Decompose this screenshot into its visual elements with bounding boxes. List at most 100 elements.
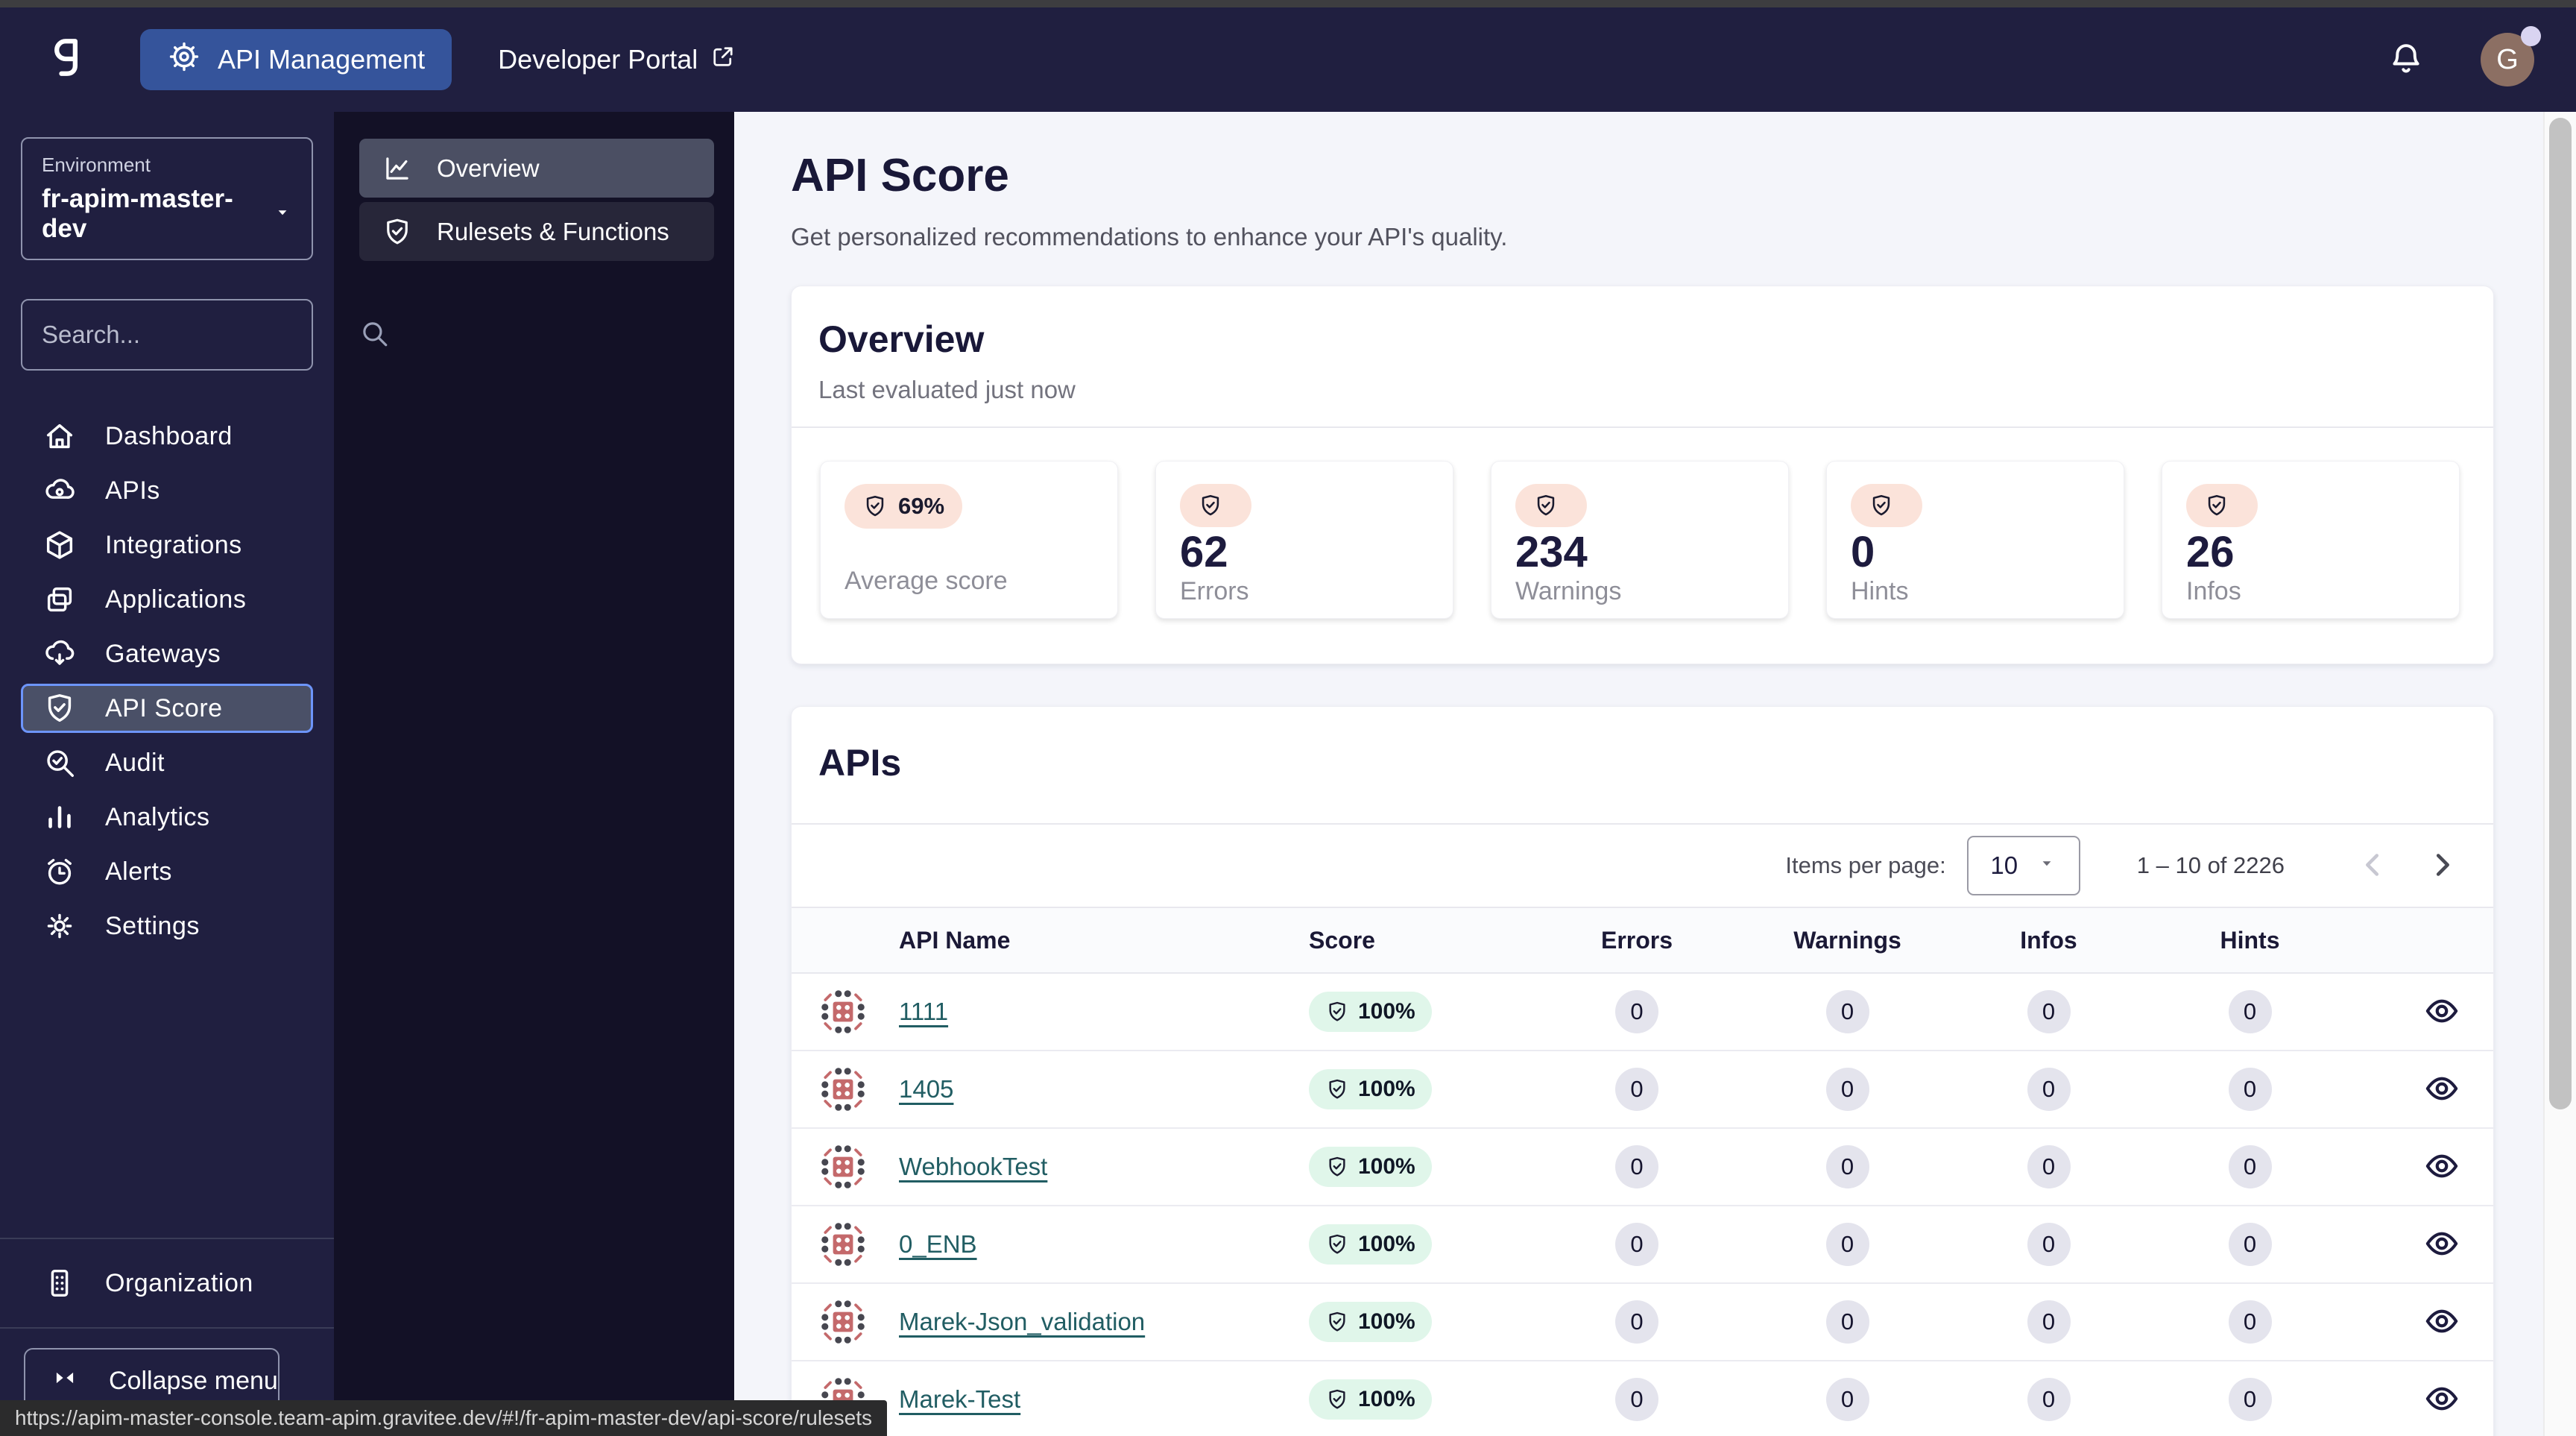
stat-value: 62 (1180, 528, 1228, 576)
sidebar-item-label: Organization (105, 1268, 253, 1297)
shield-check-icon (382, 216, 413, 248)
stat-card-infos: 26 Infos (2162, 461, 2460, 619)
page-title: API Score (791, 150, 1009, 201)
score-value: 100% (1358, 1309, 1415, 1334)
score-value: 100% (1358, 1387, 1415, 1411)
api-identicon-icon (818, 1220, 899, 1269)
sidebar-item-organization[interactable]: Organization (21, 1259, 313, 1308)
sidebar-item-label: Applications (105, 585, 247, 614)
sidebar-item-label: Analytics (105, 802, 210, 831)
stat-value: 26 (2186, 528, 2235, 576)
page-size-value: 10 (1990, 851, 2018, 879)
sidebar-item-audit[interactable]: Audit (21, 738, 313, 787)
developer-portal-link[interactable]: Developer Portal (498, 43, 736, 77)
bell-icon (2387, 43, 2425, 81)
sidebar-divider (0, 1327, 334, 1329)
column-header-score: Score (1309, 926, 1375, 954)
table-row: 0_ENB 100% 0 0 0 0 (792, 1206, 2493, 1284)
api-name-link[interactable]: WebhookTest (899, 1153, 1047, 1180)
api-identicon-icon (818, 1065, 899, 1114)
caret-down-icon (2037, 852, 2056, 879)
browser-chrome-strip (0, 0, 2576, 7)
sidebar-item-label: Settings (105, 911, 200, 940)
scrollbar-thumb[interactable] (2549, 118, 2572, 1109)
notifications-button[interactable] (2387, 40, 2425, 81)
next-page-button[interactable] (2425, 848, 2459, 884)
sidebar-item-api-score[interactable]: API Score (21, 684, 313, 733)
subnav-item-overview[interactable]: Overview (359, 139, 714, 198)
average-score-badge: 69% (845, 484, 963, 529)
hints-count-badge: 0 (2228, 1223, 2272, 1266)
sidebar-nav-list: Dashboard APIs Integrations Applications… (0, 406, 334, 956)
stat-card-average-score: 69% Average score (820, 461, 1118, 619)
sidebar-item-apis[interactable]: APIs (21, 466, 313, 515)
stat-card-hints: 0 Hints (1826, 461, 2124, 619)
table-row: 1111 100% 0 0 0 0 (792, 974, 2493, 1051)
shield-check-icon (1325, 1388, 1349, 1411)
shield-check-icon (1869, 493, 1894, 518)
api-identicon-icon (818, 1142, 899, 1191)
top-bar: API Management Developer Portal G (0, 7, 2576, 112)
environment-selector[interactable]: Environment fr-apim-master-dev (21, 137, 313, 260)
errors-count-badge: 0 (1615, 1378, 1658, 1421)
view-api-button[interactable] (2423, 1070, 2460, 1109)
gravitee-logo[interactable] (45, 33, 92, 86)
eye-icon (2423, 1380, 2460, 1420)
errors-count-badge: 0 (1615, 990, 1658, 1033)
view-api-button[interactable] (2423, 992, 2460, 1032)
view-api-button[interactable] (2423, 1147, 2460, 1187)
table-header-row: API Name Score Errors Warnings Infos Hin… (792, 907, 2493, 974)
api-name-link[interactable]: 1405 (899, 1075, 953, 1103)
warnings-count-badge: 0 (1825, 1145, 1869, 1188)
avatar-status-dot (2521, 26, 2541, 46)
previous-page-button[interactable] (2356, 848, 2390, 884)
warnings-count-badge: 0 (1825, 1378, 1869, 1421)
shield-check-icon (2204, 493, 2229, 518)
apis-title: APIs (818, 742, 902, 784)
sidebar-item-integrations[interactable]: Integrations (21, 520, 313, 570)
sidebar-footer-list: Organization (0, 1259, 334, 1308)
sidebar-item-analytics[interactable]: Analytics (21, 793, 313, 842)
shield-check-icon (1325, 1310, 1349, 1334)
external-link-icon (710, 43, 736, 77)
average-score-badge (2186, 484, 2258, 527)
view-api-button[interactable] (2423, 1303, 2460, 1342)
view-api-button[interactable] (2423, 1380, 2460, 1420)
shield-check-icon (862, 494, 888, 519)
bar-chart-icon (42, 800, 77, 834)
api-name-link[interactable]: 0_ENB (899, 1230, 977, 1258)
search-input[interactable] (42, 321, 359, 349)
table-row: Marek-Test 100% 0 0 0 0 (792, 1361, 2493, 1436)
shield-check-icon (1325, 1077, 1349, 1101)
subnav-item-label: Rulesets & Functions (437, 217, 669, 245)
api-name-link[interactable]: Marek-Json_validation (899, 1308, 1145, 1335)
page-size-select[interactable]: 10 (1966, 836, 2080, 895)
stat-label: Average score (845, 567, 1008, 595)
column-header-errors: Errors (1600, 926, 1673, 954)
infos-count-badge: 0 (2027, 1378, 2071, 1421)
score-value: 100% (1358, 1077, 1415, 1101)
sidebar-item-settings[interactable]: Settings (21, 901, 313, 951)
infos-count-badge: 0 (2027, 990, 2071, 1033)
infos-count-badge: 0 (2027, 1068, 2071, 1111)
stat-card-errors: 62 Errors (1155, 461, 1453, 619)
errors-count-badge: 0 (1615, 1068, 1658, 1111)
api-name-link[interactable]: Marek-Test (899, 1385, 1020, 1413)
api-management-button[interactable]: API Management (140, 29, 452, 90)
average-score-value: 69% (898, 493, 945, 519)
sidebar-item-applications[interactable]: Applications (21, 575, 313, 624)
column-header-api-name: API Name (899, 926, 1011, 954)
warnings-count-badge: 0 (1825, 1300, 1869, 1344)
view-api-button[interactable] (2423, 1225, 2460, 1265)
developer-portal-label: Developer Portal (498, 44, 698, 75)
scrollbar[interactable] (2543, 112, 2576, 1436)
sidebar-item-dashboard[interactable]: Dashboard (21, 412, 313, 461)
column-header-warnings: Warnings (1793, 926, 1901, 954)
sidebar-item-gateways[interactable]: Gateways (21, 629, 313, 678)
subnav-item-rulesets-functions[interactable]: Rulesets & Functions (359, 202, 714, 261)
sidebar-item-alerts[interactable]: Alerts (21, 847, 313, 896)
table-row: WebhookTest 100% 0 0 0 0 (792, 1129, 2493, 1206)
api-name-link[interactable]: 1111 (899, 998, 948, 1025)
sidebar-search (21, 299, 388, 371)
infos-count-badge: 0 (2027, 1145, 2071, 1188)
